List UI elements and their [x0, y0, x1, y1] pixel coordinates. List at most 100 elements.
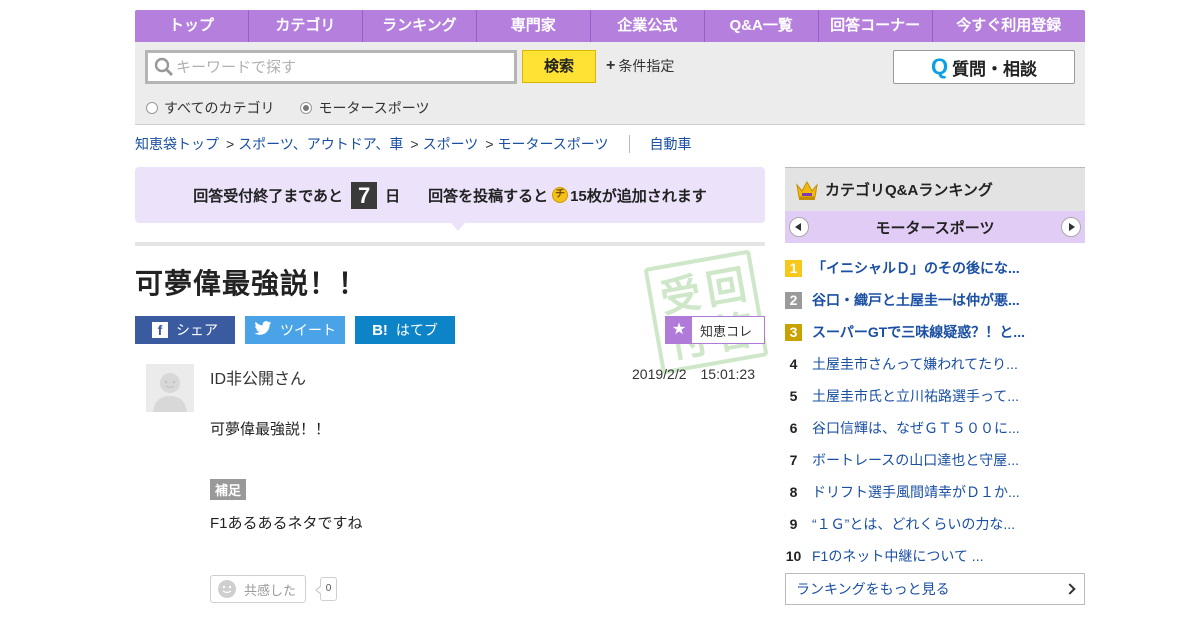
breadcrumb-separator: >: [226, 136, 235, 152]
nav-answer-corner[interactable]: 回答コーナー: [819, 10, 933, 42]
nav-top[interactable]: トップ: [135, 10, 249, 42]
ranking-link[interactable]: “１Ｇ”とは、どれくらいの力な...: [812, 514, 1015, 534]
breadcrumb-item[interactable]: スポーツ: [423, 134, 479, 154]
rank-number: 8: [789, 483, 798, 500]
reward-prefix: 回答を投稿すると: [428, 187, 549, 205]
nav-qa-list[interactable]: Q&A一覧: [705, 10, 819, 42]
avatar: [146, 364, 194, 412]
ranking-item[interactable]: 4 土屋圭市さんって嫌われてたり...: [785, 348, 1085, 380]
scope-label-category: モータースポーツ: [318, 100, 430, 116]
search-icon: [154, 57, 174, 77]
scope-label-all: すべてのカテゴリ: [164, 100, 275, 116]
search-scope: すべてのカテゴリ モータースポーツ: [146, 98, 456, 118]
ranking-item[interactable]: 8 ドリフト選手風間靖幸がＤ１か...: [785, 476, 1085, 508]
ask-question-button[interactable]: Q 質問・相談: [893, 50, 1075, 84]
deadline-prefix: 回答受付終了まであと: [193, 187, 344, 205]
category-ranking-title: カテゴリQ&Aランキング: [825, 182, 993, 199]
stamp-char: 受: [657, 270, 705, 322]
ranking-link[interactable]: 土屋圭市さんって嫌われてたり...: [812, 354, 1018, 374]
breadcrumb-item[interactable]: 知恵袋トップ: [135, 134, 219, 154]
chie-collection-button[interactable]: ★ 知恵コレ: [665, 316, 765, 344]
answer-deadline-banner: 回答受付終了まであと 7 日 回答を投稿すると チ 15枚が追加されます: [135, 167, 765, 223]
rank-number-badge: 2: [785, 291, 802, 309]
search-input[interactable]: [176, 58, 496, 76]
ranking-item[interactable]: 7 ボートレースの山口達也と守屋...: [785, 444, 1085, 476]
rank-number: 4: [789, 355, 798, 372]
breadcrumb-separator: >: [410, 136, 419, 152]
deadline-days-unit: 日: [385, 187, 401, 205]
search-button[interactable]: 検索: [522, 50, 596, 83]
accepting-answers-stamp: 受 回 付 答: [643, 249, 769, 375]
plus-icon: +: [606, 57, 616, 74]
breadcrumb-divider: [628, 135, 630, 153]
category-ranking-header: カテゴリQ&Aランキング: [785, 167, 1085, 211]
prev-category-arrow-icon[interactable]: [789, 217, 809, 237]
deadline-days: 7: [351, 181, 378, 209]
question-author: ID非公開さん: [210, 371, 307, 388]
ranking-link[interactable]: 谷口信輝は、なぜＧＴ５００に...: [812, 418, 1020, 438]
search-field[interactable]: [145, 50, 517, 84]
ranking-item[interactable]: 5 土屋圭市氏と立川祐路選手って...: [785, 380, 1085, 412]
nav-ranking[interactable]: ランキング: [363, 10, 477, 42]
twitter-share-label: ツイート: [280, 322, 336, 338]
twitter-icon: [254, 320, 272, 340]
facebook-share-button[interactable]: f シェア: [135, 316, 235, 344]
ranking-item[interactable]: 1 「イニシャルＤ」のその後にな...: [785, 252, 1085, 284]
nav-category[interactable]: カテゴリ: [249, 10, 363, 42]
rank-number-badge: 1: [785, 259, 802, 277]
next-category-arrow-icon[interactable]: [1060, 217, 1081, 237]
breadcrumb: 知恵袋トップ > スポーツ、アウトドア、車 > スポーツ > モータースポーツ …: [135, 134, 692, 154]
rank-number-badge: 3: [785, 323, 802, 341]
ranking-list: 1 「イニシャルＤ」のその後にな... 2 谷口・織戸と土屋圭一は仲が悪... …: [785, 252, 1085, 572]
smile-icon: [218, 580, 236, 598]
breadcrumb-item[interactable]: モータースポーツ: [498, 134, 609, 154]
ranking-item[interactable]: 9 “１Ｇ”とは、どれくらいの力な...: [785, 508, 1085, 540]
nav-official[interactable]: 企業公式: [591, 10, 705, 42]
scope-radio-all[interactable]: [146, 102, 158, 114]
hatena-icon: B!: [372, 321, 388, 339]
question-datetime: 2019/2/2 15:01:23: [632, 366, 755, 382]
breadcrumb-item[interactable]: スポーツ、アウトドア、車: [238, 134, 403, 154]
supplement-text: F1あるあるネタですね: [210, 515, 363, 532]
ranking-item[interactable]: 2 谷口・織戸と土屋圭一は仲が悪...: [785, 284, 1085, 316]
stamp-char: 回: [702, 262, 750, 314]
see-more-ranking-label: ランキングをもっと見る: [796, 581, 950, 597]
global-nav: トップ カテゴリ ランキング 専門家 企業公式 Q&A一覧 回答コーナー 今すぐ…: [135, 10, 1085, 42]
ranking-link[interactable]: スーパーGTで三味線疑惑？！と...: [812, 322, 1025, 342]
supplement-label: 補足: [210, 479, 247, 500]
empathy-button[interactable]: 共感した: [210, 575, 306, 603]
reward-suffix: 15枚が追加されます: [570, 187, 707, 205]
facebook-share-label: シェア: [176, 322, 218, 338]
coin-icon: チ: [552, 187, 569, 203]
section-divider: [135, 242, 765, 246]
chevron-right-icon: [1064, 583, 1076, 595]
ranking-link[interactable]: 土屋圭市氏と立川祐路選手って...: [812, 386, 1019, 406]
hatena-bookmark-button[interactable]: B! はてブ: [355, 316, 455, 344]
hatena-label: はてブ: [395, 322, 438, 338]
ranking-link[interactable]: 谷口・織戸と土屋圭一は仲が悪...: [812, 290, 1020, 310]
see-more-ranking-button[interactable]: ランキングをもっと見る: [785, 573, 1085, 605]
ranking-item[interactable]: 6 谷口信輝は、なぜＧＴ５００に...: [785, 412, 1085, 444]
rank-number: 5: [789, 387, 798, 404]
ranking-link[interactable]: ドリフト選手風間靖幸がＤ１か...: [812, 482, 1020, 502]
ranking-item[interactable]: 10 F1のネット中継について ...: [785, 540, 1085, 572]
crown-icon: [795, 179, 819, 201]
nav-experts[interactable]: 専門家: [477, 10, 591, 42]
ranking-item[interactable]: 3 スーパーGTで三味線疑惑？！と...: [785, 316, 1085, 348]
ranking-link[interactable]: ボートレースの山口達也と守屋...: [812, 450, 1019, 470]
ranking-link[interactable]: F1のネット中継について ...: [812, 546, 983, 566]
ask-question-label: 質問・相談: [952, 59, 1038, 79]
breadcrumb-separator: >: [485, 136, 494, 152]
question-title: 可夢偉最強説！！: [135, 268, 368, 299]
rank-number: 6: [789, 419, 798, 436]
rank-number: 9: [789, 515, 798, 532]
related-category-link[interactable]: 自動車: [650, 134, 692, 154]
conditions-link[interactable]: + 条件指定: [606, 56, 674, 76]
question-body: 可夢偉最強説！！: [210, 421, 331, 438]
ranking-link[interactable]: 「イニシャルＤ」のその後にな...: [812, 258, 1020, 278]
search-bar: 検索 + 条件指定 Q 質問・相談 すべてのカテゴリ モータースポーツ: [135, 42, 1085, 125]
scope-radio-category[interactable]: [300, 102, 313, 114]
twitter-share-button[interactable]: ツイート: [245, 316, 345, 344]
nav-register[interactable]: 今すぐ利用登録: [933, 10, 1085, 42]
star-icon: ★: [666, 317, 692, 343]
